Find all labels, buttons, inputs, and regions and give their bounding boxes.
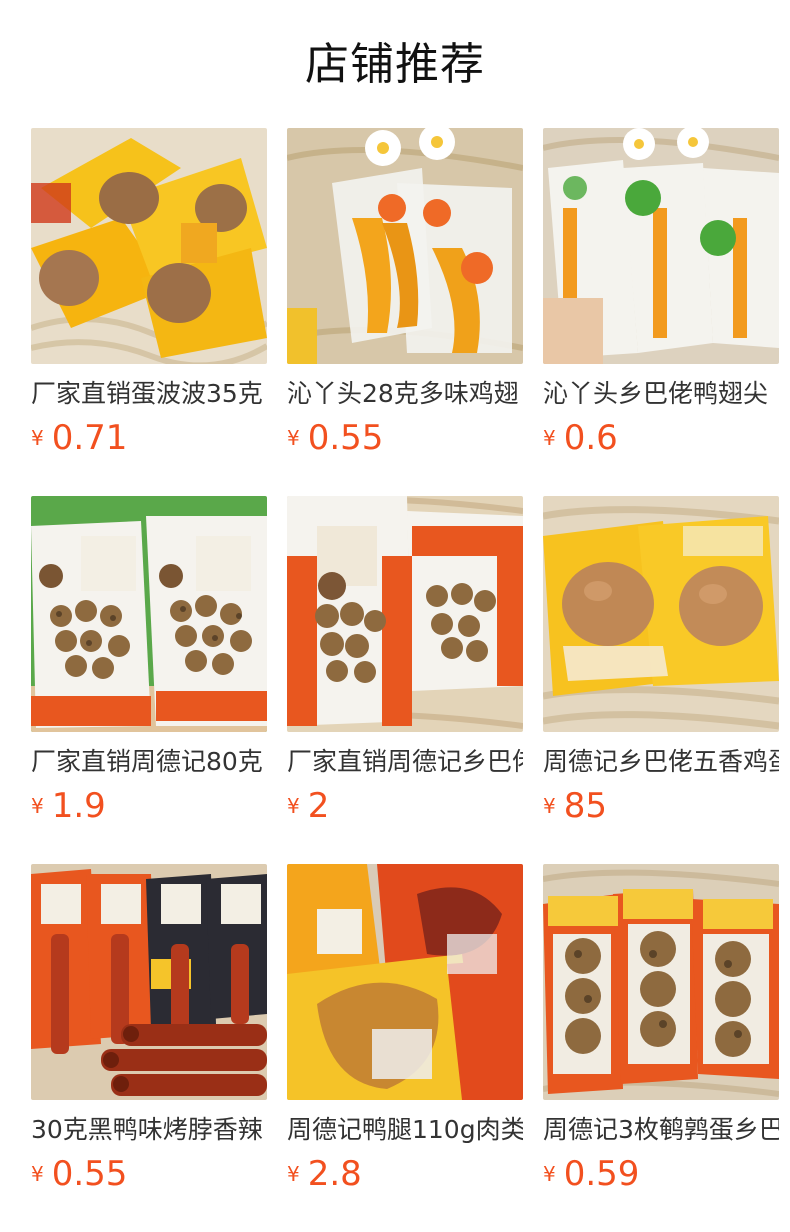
product-image[interactable] (31, 496, 267, 732)
product-card[interactable]: 周德记乡巴佬五香鸡蛋 ¥85 (543, 496, 779, 864)
product-price: ¥1.9 (31, 784, 106, 828)
currency-symbol: ¥ (31, 1162, 44, 1186)
product-card[interactable]: 沁丫头乡巴佬鸭翅尖 ¥0.6 (543, 128, 779, 496)
product-name[interactable]: 周德记3枚鹌鹑蛋乡巴佬 (543, 1112, 779, 1148)
product-price: ¥0.6 (543, 416, 618, 460)
product-price: ¥2.8 (287, 1152, 362, 1196)
product-grid: 厂家直销蛋波波35克 ¥0.71 沁丫头28克多味鸡翅 ¥ 0.55 沁丫头乡巴… (31, 128, 790, 1232)
product-card[interactable]: 周德记3枚鹌鹑蛋乡巴佬 ¥0.59 (543, 864, 779, 1232)
product-photo-duck-wing-tip (543, 128, 779, 364)
product-price: ¥85 (543, 784, 607, 828)
product-photo-quail-egg (31, 496, 267, 732)
product-name[interactable]: 厂家直销周德记乡巴佬 (287, 744, 523, 780)
product-photo-chicken-wing (287, 128, 523, 364)
product-image[interactable] (543, 864, 779, 1100)
product-price: ¥0.59 (543, 1152, 639, 1196)
product-name[interactable]: 周德记鸭腿110g肉类 (287, 1112, 523, 1148)
product-price: ¥0.71 (31, 416, 127, 460)
product-photo-spiced-egg (543, 496, 779, 732)
product-name[interactable]: 厂家直销周德记80克 (31, 744, 267, 780)
product-photo-duck-neck (31, 864, 267, 1100)
price-value: 85 (563, 786, 607, 826)
price-value: 0.55 (307, 418, 384, 458)
shop-recommendation-page: 店铺推荐 厂家直销蛋波波35克 ¥ 0.71 沁丫头28克多味鸡翅 ¥ 0.55… (0, 0, 790, 1232)
product-name[interactable]: 周德记乡巴佬五香鸡蛋 (543, 744, 779, 780)
product-photo-egg-snack (31, 128, 267, 364)
product-image[interactable] (287, 864, 523, 1100)
product-price: ¥0.55 (287, 416, 383, 460)
product-card[interactable]: 厂家直销周德记80克 ¥1.9 (31, 496, 267, 864)
product-image[interactable] (31, 864, 267, 1100)
price-value: 0.59 (563, 1154, 640, 1194)
price-value: 2 (307, 786, 330, 826)
product-price: ¥2 (287, 784, 329, 828)
currency-symbol: ¥ (31, 794, 44, 818)
price-value: 0.55 (51, 1154, 128, 1194)
product-card[interactable]: 周德记鸭腿110g肉类 ¥2.8 (287, 864, 523, 1232)
currency-symbol: ¥ (31, 426, 44, 450)
product-card[interactable]: 厂家直销蛋波波35克 ¥0.71 (31, 128, 267, 496)
product-photo-duck-leg (287, 864, 523, 1100)
product-image[interactable] (287, 128, 523, 364)
currency-symbol: ¥ (543, 794, 556, 818)
currency-symbol: ¥ (287, 794, 300, 818)
product-image[interactable] (31, 128, 267, 364)
currency-symbol: ¥ (287, 1162, 300, 1186)
product-name[interactable]: 30克黑鸭味烤脖香辣 (31, 1112, 267, 1148)
product-name[interactable]: 沁丫头乡巴佬鸭翅尖 (543, 376, 779, 412)
price-value: 0.6 (563, 418, 618, 458)
product-price: ¥0.55 (31, 1152, 127, 1196)
currency-symbol: ¥ (287, 426, 300, 450)
page-title: 店铺推荐 (305, 39, 485, 90)
product-card[interactable]: 厂家直销周德记乡巴佬 ¥2 (287, 496, 523, 864)
product-card[interactable]: 沁丫头28克多味鸡翅 ¥0.55 (287, 128, 523, 496)
price-value: 0.71 (51, 418, 128, 458)
price-value: 1.9 (51, 786, 106, 826)
product-image[interactable] (543, 496, 779, 732)
product-image[interactable] (287, 496, 523, 732)
product-photo-quail-egg-bag (287, 496, 523, 732)
product-image[interactable] (543, 128, 779, 364)
currency-symbol: ¥ (543, 426, 556, 450)
price-value: 2.8 (307, 1154, 362, 1194)
product-name[interactable]: 厂家直销蛋波波35克 (31, 376, 267, 412)
product-card[interactable]: 30克黑鸭味烤脖香辣 ¥0.55 (31, 864, 267, 1232)
currency-symbol: ¥ (543, 1162, 556, 1186)
product-photo-quail-egg-three-pack (543, 864, 779, 1100)
product-name[interactable]: 沁丫头28克多味鸡翅 (287, 376, 523, 412)
